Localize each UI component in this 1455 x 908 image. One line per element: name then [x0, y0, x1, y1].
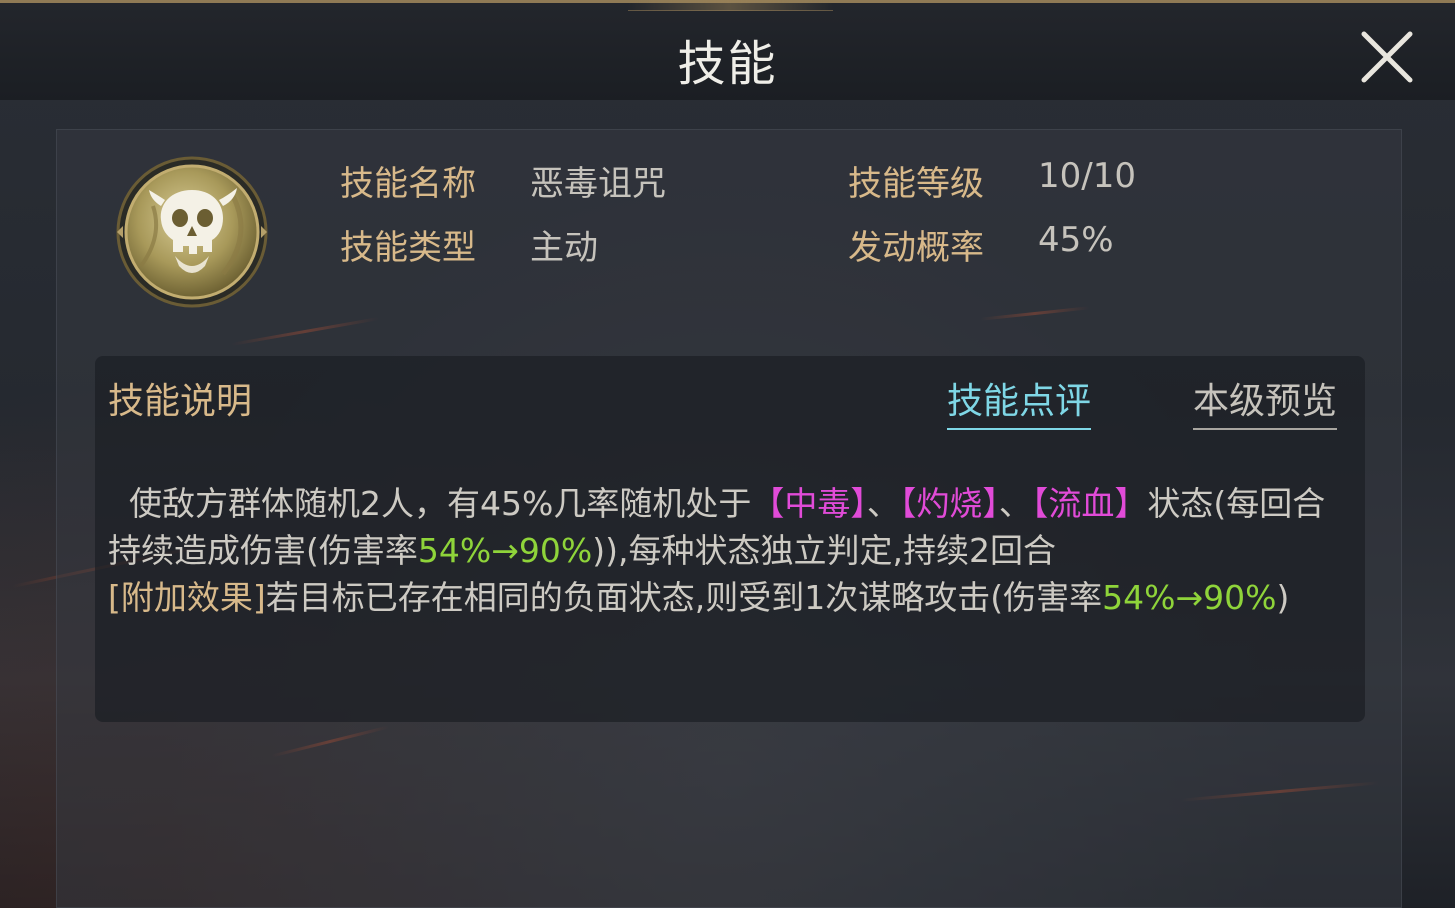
skill-level-label: 技能等级: [848, 164, 984, 204]
desc-separator: 、: [866, 484, 900, 523]
trigger-chance-label: 发动概率: [848, 228, 984, 268]
desc-text: 使敌方群体随机2人，有45%几率随机处于: [128, 484, 752, 523]
skull-curse-icon: [113, 156, 271, 308]
desc-text: ): [1276, 578, 1290, 617]
bonus-effect-tag: [附加效果]: [108, 578, 266, 617]
close-icon: [1361, 31, 1413, 83]
desc-text: 若目标已存在相同的负面状态,则受到1次谋略攻击(伤害率: [265, 578, 1103, 617]
skill-name-label: 技能名称: [340, 164, 476, 204]
description-title: 技能说明: [108, 381, 253, 422]
trigger-chance-value: 45%: [1038, 220, 1114, 260]
status-burn: 【灼烧】: [899, 484, 999, 523]
skill-level-value: 10/10: [1038, 156, 1136, 196]
close-button[interactable]: [1350, 20, 1422, 92]
damage-rate-value: 54%→90%: [417, 531, 593, 570]
skill-type-label: 技能类型: [340, 228, 476, 268]
tab-level-preview[interactable]: 本级预览: [1193, 372, 1338, 430]
title-ornament: [628, 0, 833, 11]
damage-rate-value: 54%→90%: [1102, 578, 1277, 617]
tab-skill-review[interactable]: 技能点评: [947, 372, 1092, 430]
status-poison: 【中毒】: [751, 484, 867, 523]
page-title: 技能: [677, 36, 778, 92]
skill-type-value: 主动: [530, 228, 598, 268]
skill-name-value: 恶毒诅咒: [530, 164, 666, 204]
skill-description-text: 使敌方群体随机2人，有45%几率随机处于【中毒】、【灼烧】、【流血】状态(每回合…: [108, 433, 1343, 621]
status-bleed: 【流血】: [1031, 484, 1148, 523]
desc-separator: 、: [998, 484, 1032, 523]
desc-text: )),每种状态独立判定,持续2回合: [592, 531, 1056, 570]
